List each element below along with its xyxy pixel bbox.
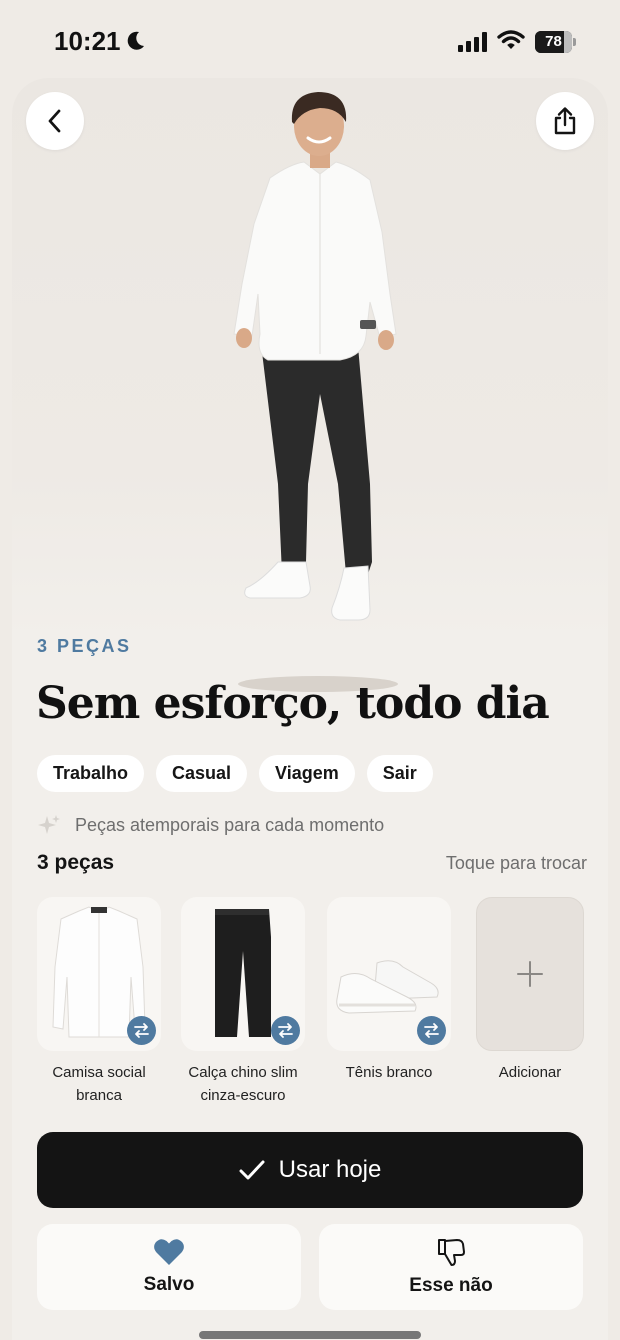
piece-label-line: Camisa social [52,1064,146,1081]
heart-icon [154,1239,184,1265]
piece-label-line: cinza-escuro [200,1087,286,1104]
swap-button[interactable] [417,1016,446,1045]
swap-icon [134,1023,149,1038]
thumbs-down-icon [438,1239,465,1266]
add-piece-label: Adicionar [498,1064,562,1081]
swap-button[interactable] [127,1016,156,1045]
piece-thumbnail[interactable] [327,897,451,1051]
status-bar: 10:21 78 [0,0,620,80]
chevron-left-icon [48,109,61,133]
not-this-label: Esse não [409,1275,493,1296]
sparkle-icon [38,815,60,834]
use-today-button[interactable]: Usar hoje [37,1132,583,1208]
tag-chip[interactable]: Casual [156,755,248,792]
outfit-title: Sem esforço, todo dia [36,678,550,729]
battery-level: 78 [545,33,562,50]
home-indicator[interactable] [199,1331,421,1339]
share-button[interactable] [536,92,594,150]
pieces-heading: 3 peças [37,851,115,874]
swap-icon [424,1023,439,1038]
status-time: 10:21 [54,26,121,56]
piece-thumbnail[interactable] [181,897,305,1051]
piece-label: Tênis branco [327,1061,451,1084]
outfit-description: Peças atemporais para cada momento [37,813,384,837]
back-button[interactable] [26,92,84,150]
wifi-icon [497,30,525,49]
piece-item-sneakers[interactable]: Tênis branco [327,897,451,1084]
swap-icon [278,1023,293,1038]
not-this-button[interactable]: Esse não [319,1224,583,1310]
piece-label: Camisa social branca [37,1061,161,1107]
tag-list: Trabalho Casual Viagem Sair [37,755,433,792]
use-today-label: Usar hoje [278,1156,382,1183]
share-icon [554,107,576,135]
piece-thumbnail[interactable] [37,897,161,1051]
tap-to-swap-hint: Toque para trocar [445,853,587,873]
piece-count-label: 3 PEÇAS [37,636,132,656]
swap-button[interactable] [271,1016,300,1045]
saved-button[interactable]: Salvo [37,1224,301,1310]
moon-icon [127,31,144,50]
battery-indicator: 78 [535,31,576,53]
piece-item-pants[interactable]: Calça chino slim cinza-escuro [181,897,305,1107]
cellular-signal-icon [458,32,487,52]
tag-chip[interactable]: Trabalho [37,755,145,792]
piece-label: Calça chino slim cinza-escuro [181,1061,305,1107]
model-photo [233,92,398,692]
tag-chip[interactable]: Sair [366,755,433,792]
description-text: Peças atemporais para cada momento [75,814,385,835]
saved-label: Salvo [143,1274,195,1295]
piece-label-line: branca [76,1087,122,1104]
piece-label-line: Tênis branco [345,1064,433,1081]
plus-icon [517,961,543,987]
piece-label-line: Calça chino slim [188,1064,298,1081]
tag-chip[interactable]: Viagem [259,755,355,792]
add-piece-button[interactable] [476,897,584,1051]
checkmark-icon [239,1160,265,1180]
piece-item-shirt[interactable]: Camisa social branca [37,897,161,1107]
add-piece-item[interactable]: Adicionar [476,897,584,1084]
outfit-hero-image [12,78,608,692]
